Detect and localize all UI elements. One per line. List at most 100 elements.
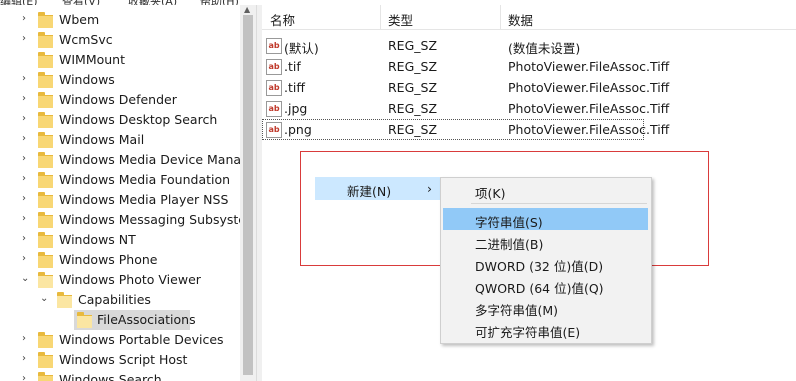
folder-icon <box>38 72 53 88</box>
value-data: PhotoViewer.FileAssoc.Tiff <box>508 122 670 137</box>
string-value-icon: ab <box>266 101 282 117</box>
tree-item-fileassociations[interactable]: FileAssociations <box>0 310 256 330</box>
column-divider[interactable] <box>380 5 381 29</box>
tree-item-windows-media-player-nss[interactable]: › Windows Media Player NSS <box>0 190 256 210</box>
value-data: PhotoViewer.FileAssoc.Tiff <box>508 80 670 95</box>
submenu-item-dword-value[interactable]: DWORD (32 位)值(D) <box>441 252 651 274</box>
value-name: .tif <box>284 59 301 74</box>
tree-item-windows-portable-devices[interactable]: › Windows Portable Devices <box>0 330 256 350</box>
tree-item-label: Windows Mail <box>59 132 145 147</box>
chevron-right-icon[interactable]: › <box>22 253 26 264</box>
tree-item-label: Windows Phone <box>59 252 158 267</box>
scroll-up-icon[interactable]: ▲ <box>244 5 250 14</box>
tree-item-label: Windows <box>59 72 115 87</box>
tree-item-windows-mail[interactable]: › Windows Mail <box>0 130 256 150</box>
tree-item-wimmount[interactable]: WIMMount <box>0 50 256 70</box>
chevron-right-icon[interactable]: › <box>22 173 26 184</box>
table-row[interactable]: ab .tif REG_SZ PhotoViewer.FileAssoc.Tif… <box>262 56 796 77</box>
folder-open-icon <box>38 272 53 288</box>
tree-item-windows-nt[interactable]: › Windows NT <box>0 230 256 250</box>
chevron-right-icon[interactable]: › <box>22 113 26 124</box>
folder-icon <box>38 372 53 381</box>
submenu-item-qword-value[interactable]: QWORD (64 位)值(Q) <box>441 274 651 296</box>
context-menu: 新建(N) › <box>315 177 440 200</box>
chevron-right-icon[interactable]: › <box>22 73 26 84</box>
submenu-item-label: 字符串值(S) <box>475 215 543 230</box>
folder-icon <box>38 332 53 348</box>
submenu-item-label: 多字符串值(M) <box>475 303 559 318</box>
value-type: REG_SZ <box>388 80 438 95</box>
submenu-item-multi-string-value[interactable]: 多字符串值(M) <box>441 296 651 318</box>
chevron-right-icon[interactable]: › <box>22 353 26 364</box>
tree-item-wcmsvc[interactable]: › WcmSvc <box>0 30 256 50</box>
value-name: .jpg <box>284 101 308 116</box>
tree-item-windows-media-device-manager[interactable]: › Windows Media Device Manag <box>0 150 256 170</box>
tree-item-windows[interactable]: › Windows <box>0 70 256 90</box>
chevron-down-icon[interactable]: ⌄ <box>40 293 48 304</box>
table-row[interactable]: ab (默认) REG_SZ (数值未设置) <box>262 35 796 56</box>
tree-item-windows-phone[interactable]: › Windows Phone <box>0 250 256 270</box>
folder-icon <box>38 352 53 368</box>
submenu-item-label: 项(K) <box>475 186 506 201</box>
tree-item-label: Windows Script Host <box>59 352 188 367</box>
chevron-right-icon[interactable]: › <box>22 13 26 24</box>
submenu-item-expandable-string-value[interactable]: 可扩充字符串值(E) <box>441 318 651 340</box>
tree-item-label: Windows Media Device Manag <box>59 152 249 167</box>
tree-item-label: Windows Photo Viewer <box>59 272 201 287</box>
tree-scrollbar[interactable]: ▲ <box>240 5 256 381</box>
submenu-item-label: QWORD (64 位)值(Q) <box>475 281 604 296</box>
tree-item-windows-media-foundation[interactable]: › Windows Media Foundation <box>0 170 256 190</box>
list-header: 名称 类型 数据 <box>262 5 796 30</box>
tree-item-label: Windows Search <box>59 372 162 381</box>
chevron-right-icon[interactable]: › <box>22 373 26 381</box>
chevron-right-icon[interactable]: › <box>22 193 26 204</box>
tree-item-windows-script-host[interactable]: › Windows Script Host <box>0 350 256 370</box>
submenu-item-string-value[interactable]: 字符串值(S) <box>443 208 648 230</box>
column-divider[interactable] <box>500 5 501 29</box>
tree-item-windows-desktop-search[interactable]: › Windows Desktop Search <box>0 110 256 130</box>
chevron-right-icon: › <box>427 181 432 196</box>
table-row[interactable]: ab .tiff REG_SZ PhotoViewer.FileAssoc.Ti… <box>262 77 796 98</box>
tree-item-windows-search[interactable]: › Windows Search <box>0 370 256 381</box>
submenu-item-key[interactable]: 项(K) <box>441 179 651 201</box>
column-header-name[interactable]: 名称 <box>270 10 295 29</box>
scrollbar-thumb[interactable] <box>243 15 253 375</box>
menu-item-new-label: 新建(N) <box>347 184 392 199</box>
string-value-icon: ab <box>266 59 282 75</box>
value-name: .png <box>284 122 312 137</box>
chevron-right-icon[interactable]: › <box>22 153 26 164</box>
value-type: REG_SZ <box>388 59 438 74</box>
chevron-right-icon[interactable]: › <box>22 93 26 104</box>
tree-item-windows-photo-viewer[interactable]: ⌄ Windows Photo Viewer <box>0 270 256 290</box>
tree-item-capabilities[interactable]: ⌄ Capabilities <box>0 290 256 310</box>
folder-icon <box>38 172 53 188</box>
value-type: REG_SZ <box>388 122 438 137</box>
value-type: REG_SZ <box>388 101 438 116</box>
table-row[interactable]: ab .jpg REG_SZ PhotoViewer.FileAssoc.Tif… <box>262 98 796 119</box>
tree-item-windows-messaging-subsystem[interactable]: › Windows Messaging Subsyster <box>0 210 256 230</box>
chevron-right-icon[interactable]: › <box>22 333 26 344</box>
menu-item-new[interactable]: 新建(N) › <box>315 177 440 200</box>
folder-icon <box>38 32 53 48</box>
tree-item-label: Capabilities <box>78 292 151 307</box>
tree-item-windows-defender[interactable]: › Windows Defender <box>0 90 256 110</box>
chevron-right-icon[interactable]: › <box>22 233 26 244</box>
submenu-item-binary-value[interactable]: 二进制值(B) <box>441 230 651 252</box>
table-row[interactable]: ab .png REG_SZ PhotoViewer.FileAssoc.Tif… <box>262 119 669 140</box>
chevron-right-icon[interactable]: › <box>22 33 26 44</box>
string-value-icon: ab <box>266 38 282 54</box>
string-value-icon: ab <box>266 122 282 138</box>
value-name: (默认) <box>284 41 319 56</box>
chevron-right-icon[interactable]: › <box>22 133 26 144</box>
chevron-down-icon[interactable]: ⌄ <box>21 273 29 284</box>
tree-item-label: FileAssociations <box>97 312 196 327</box>
tree-item-label: Wbem <box>59 12 100 27</box>
menu-divider <box>471 203 647 204</box>
column-header-type[interactable]: 类型 <box>388 10 413 29</box>
chevron-right-icon[interactable]: › <box>22 213 26 224</box>
string-value-icon: ab <box>266 80 282 96</box>
column-header-data[interactable]: 数据 <box>508 10 533 29</box>
tree-item-label: Windows Media Foundation <box>59 172 231 187</box>
folder-icon <box>38 132 53 148</box>
tree-item-wbem[interactable]: › Wbem <box>0 10 256 30</box>
